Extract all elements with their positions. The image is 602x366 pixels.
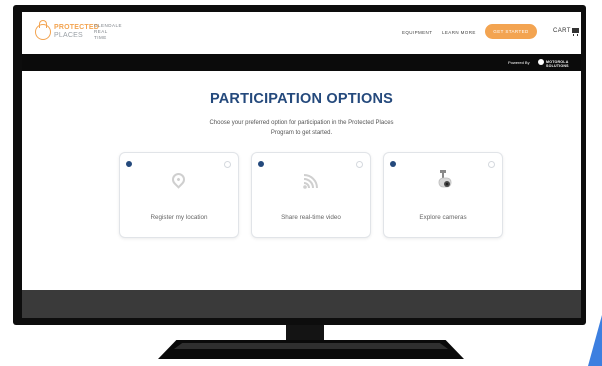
card-select-circle[interactable] xyxy=(224,161,231,168)
nav-learn-more-link[interactable]: LEARN MORE xyxy=(442,30,476,35)
page-subtitle: Choose your preferred option for partici… xyxy=(22,118,581,138)
card-marker xyxy=(390,161,396,167)
corner-accent-shape xyxy=(588,315,602,366)
video-stream-icon xyxy=(303,174,318,189)
powered-by-label: Powered By xyxy=(508,60,530,65)
card-select-circle[interactable] xyxy=(356,161,363,168)
option-label-share-video: Share real-time video xyxy=(281,214,341,221)
lock-logo-icon xyxy=(35,20,51,40)
top-navigation: PROTECTED PLACES GLENDALE REAL TIME EQUI… xyxy=(22,12,581,54)
card-select-circle[interactable] xyxy=(488,161,495,168)
page-footer xyxy=(22,290,581,318)
powered-by-vendor: MOTOROLA SOLUTIONS xyxy=(546,60,569,68)
powered-by-bar xyxy=(22,54,581,71)
option-card-explore-cameras[interactable]: Explore cameras xyxy=(383,152,503,238)
option-card-share-video[interactable]: Share real-time video xyxy=(251,152,371,238)
subtitle-line1: Choose your preferred option for partici… xyxy=(209,120,394,126)
motorola-logo-icon xyxy=(538,59,544,65)
monitor-stand-base xyxy=(158,340,464,359)
cart-link[interactable]: CART xyxy=(553,28,571,34)
monitor-stand-neck xyxy=(286,325,324,340)
page-title: PARTICIPATION OPTIONS xyxy=(209,91,394,107)
monitor-stand-highlight xyxy=(174,343,448,349)
brand-name-line1: PROTECTED xyxy=(54,24,99,31)
brand-name-line2: PLACES xyxy=(54,32,83,39)
option-card-register-location[interactable]: Register my location xyxy=(119,152,239,238)
security-camera-icon xyxy=(438,170,452,188)
website-screen: PROTECTED PLACES GLENDALE REAL TIME EQUI… xyxy=(22,12,581,318)
subtitle-line2: Program to get started. xyxy=(270,130,333,136)
option-label-explore-cameras: Explore cameras xyxy=(419,214,467,221)
city-line3: TIME xyxy=(94,35,107,40)
card-marker xyxy=(126,161,132,167)
location-pin-icon xyxy=(169,170,188,189)
nav-equipment-link[interactable]: EQUIPMENT xyxy=(402,30,432,35)
cart-icon[interactable] xyxy=(572,28,579,36)
option-label-register-location: Register my location xyxy=(150,214,208,221)
get-started-button[interactable]: GET STARTED xyxy=(485,24,537,39)
card-marker xyxy=(258,161,264,167)
